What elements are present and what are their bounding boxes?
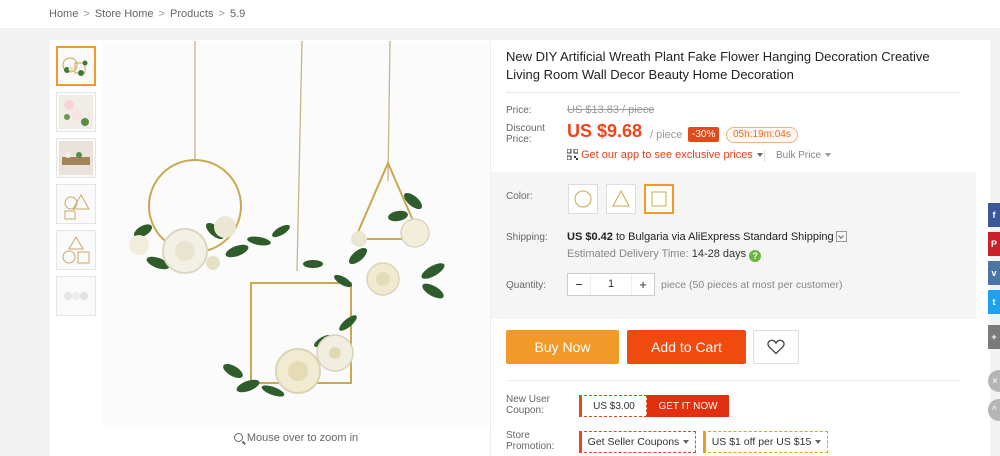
thumbnail-white-flowers[interactable]: [56, 276, 96, 316]
bulk-price-label: Bulk Price: [776, 150, 822, 161]
original-price: US $13.83 / piece: [567, 104, 655, 116]
delivery-days: 14-28 days: [691, 248, 747, 260]
facebook-icon[interactable]: f: [988, 203, 1000, 227]
breadcrumb-products[interactable]: Products: [170, 8, 213, 20]
quantity-input[interactable]: 1: [590, 274, 632, 295]
bulk-price-dropdown[interactable]: Bulk Price: [776, 150, 832, 161]
discount-price: US $9.68: [567, 121, 643, 141]
breadcrumb-home[interactable]: Home: [49, 8, 78, 20]
vk-icon[interactable]: v: [988, 261, 1000, 285]
seller-coupons-label: Get Seller Coupons: [587, 436, 680, 448]
wishlist-button[interactable]: [753, 330, 799, 364]
delivery-label: Estimated Delivery Time:: [567, 248, 689, 260]
buy-now-button[interactable]: Buy Now: [506, 330, 619, 364]
square-frame-icon: [651, 191, 667, 207]
shipping-destination: to Bulgaria via: [615, 231, 686, 243]
new-user-coupon-label: New User Coupon:: [506, 394, 550, 416]
quantity-decrease-button[interactable]: −: [568, 277, 590, 292]
breadcrumb-store-home[interactable]: Store Home: [95, 8, 154, 20]
color-option-circle[interactable]: [568, 184, 598, 214]
main-product-image[interactable]: [103, 41, 489, 427]
discount-price-label: Discount Price:: [506, 123, 545, 145]
magnifier-icon: [233, 433, 243, 442]
chevron-down-icon: [683, 440, 690, 444]
thumbnail-metal-frames[interactable]: [56, 184, 96, 224]
shipping-cost: US $0.42: [567, 231, 613, 243]
heart-icon: [767, 339, 785, 355]
discount-badge: -30%: [688, 127, 720, 142]
new-user-coupon-amount: US $3.00: [579, 395, 647, 417]
circle-frame-icon: [574, 190, 592, 208]
shipping-dropdown-icon[interactable]: [835, 231, 847, 242]
chevron-down-icon: [815, 440, 822, 444]
thumbnail-hanging-wreath[interactable]: [56, 46, 96, 86]
store-offer-label: US $1 off per US $15: [711, 436, 812, 448]
shipping-method[interactable]: AliExpress Standard Shipping: [688, 231, 834, 243]
quantity-label: Quantity:: [506, 280, 547, 291]
share-icon[interactable]: +: [988, 325, 1000, 349]
triangle-frame-icon: [612, 189, 630, 207]
quantity-increase-button[interactable]: +: [632, 277, 654, 292]
price-label: Price:: [506, 105, 532, 116]
divider: [506, 92, 960, 93]
divider: [764, 150, 765, 162]
thumbnail-flower-garland[interactable]: [56, 92, 96, 132]
countdown-timer: 05h:19m:04s: [726, 127, 798, 143]
delivery-estimate: Estimated Delivery Time: 14-28 days?: [567, 248, 762, 262]
seller-coupons-dropdown[interactable]: Get Seller Coupons: [579, 431, 696, 453]
add-to-cart-button[interactable]: Add to Cart: [627, 330, 746, 364]
get-it-now-button[interactable]: GET IT NOW: [647, 395, 729, 417]
qr-code-icon: [567, 149, 578, 160]
quantity-stepper: − 1 +: [567, 273, 655, 296]
store-promotion-label: Store Promotion:: [506, 430, 555, 452]
per-piece-unit: / piece: [650, 129, 683, 141]
store-offer-dropdown[interactable]: US $1 off per US $15: [703, 431, 828, 453]
chevron-down-icon: [756, 153, 763, 157]
zoom-hint: Mouse over to zoom in: [103, 432, 489, 444]
options-panel: [491, 172, 976, 319]
app-promo-link[interactable]: Get our app to see exclusive prices: [567, 149, 763, 161]
color-label: Color:: [506, 191, 533, 202]
twitter-icon[interactable]: t: [988, 290, 1000, 314]
app-promo-text: Get our app to see exclusive prices: [581, 149, 753, 161]
thumbnail-flower-shelf[interactable]: [56, 138, 96, 178]
chevron-down-icon: [825, 153, 832, 157]
zoom-hint-text: Mouse over to zoom in: [246, 432, 359, 444]
breadcrumb-separator: >: [158, 8, 165, 20]
quantity-note: piece (50 pieces at most per customer): [661, 279, 843, 291]
breadcrumb-separator: >: [83, 8, 90, 20]
shipping-info: US $0.42 to Bulgaria via AliExpress Stan…: [567, 231, 847, 243]
color-option-square[interactable]: [644, 184, 674, 214]
divider: [506, 380, 960, 381]
product-title: New DIY Artificial Wreath Plant Fake Flo…: [506, 49, 930, 82]
thumbnail-shapes[interactable]: [56, 230, 96, 270]
breadcrumb-current: 5.9: [229, 8, 246, 20]
pinterest-icon[interactable]: P: [988, 232, 1000, 256]
thumbnail-list: [56, 46, 98, 322]
breadcrumb: Home > Store Home > Products > 5.9: [49, 8, 248, 20]
help-icon[interactable]: ?: [749, 250, 762, 262]
breadcrumb-separator: >: [218, 8, 225, 20]
color-option-triangle[interactable]: [606, 184, 636, 214]
shipping-label: Shipping:: [506, 232, 548, 243]
